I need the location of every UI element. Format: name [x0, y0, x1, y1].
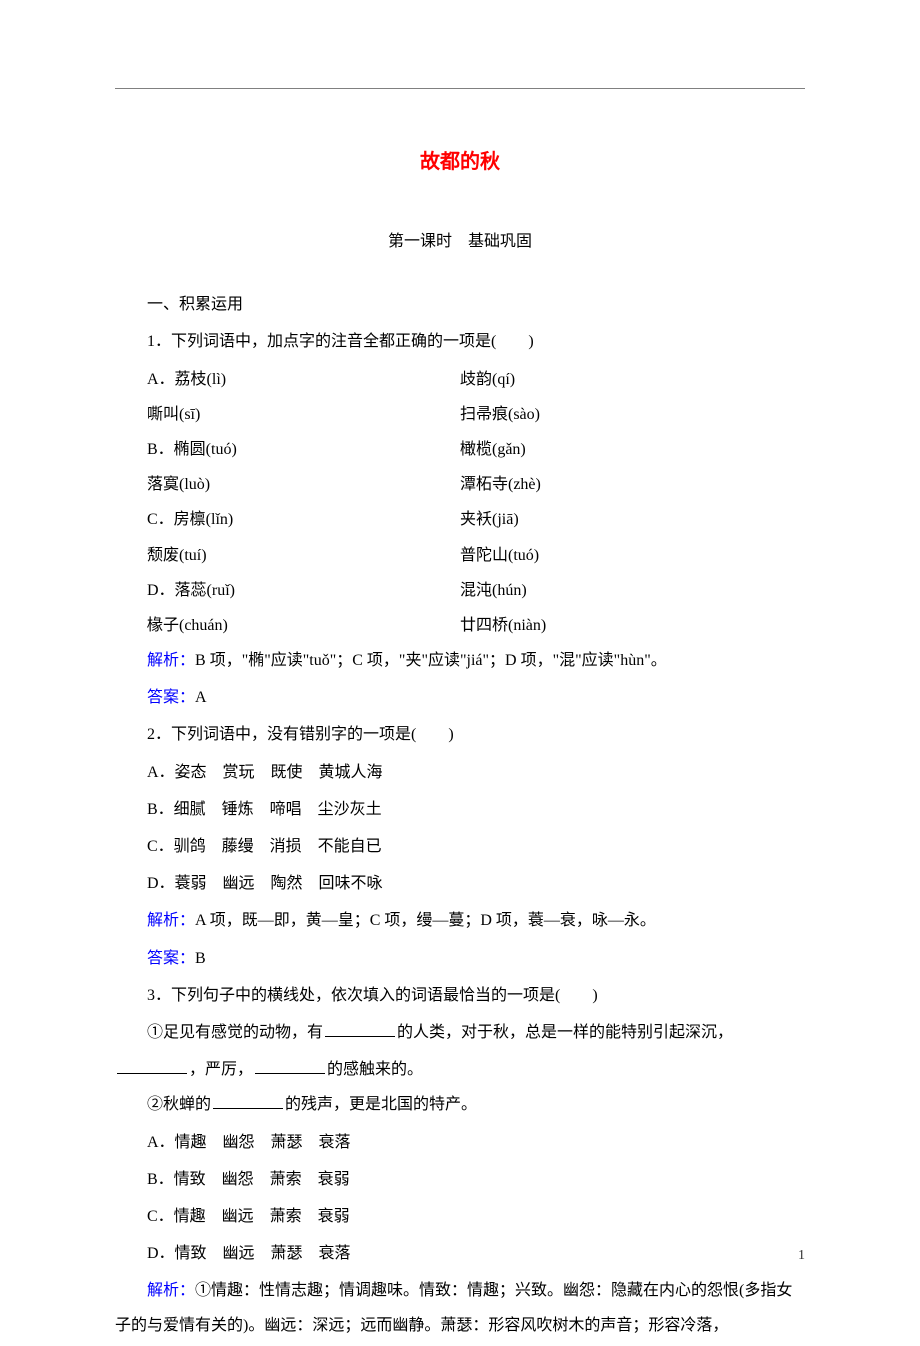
q3-l3b: 的残声，更是北国的特产。 [285, 1096, 477, 1113]
q2-explain: 解析：A 项，既—即，黄—皇；C 项，缦—蔓；D 项，蓑—衰，咏—永。 [115, 903, 805, 938]
q1-stem: 1．下列词语中，加点字的注音全都正确的一项是( ) [115, 324, 805, 359]
q1-c3: 颓废(tuí) [115, 538, 460, 573]
q2-explain-text: A 项，既—即，黄—皇；C 项，缦—蔓；D 项，蓑—衰，咏—永。 [195, 912, 656, 929]
blank-3 [255, 1058, 325, 1074]
blank-1 [325, 1021, 395, 1037]
q3-option-d: D．情致 幽远 萧瑟 衰落 [115, 1236, 805, 1271]
q1-a2: 歧韵(qí) [460, 362, 805, 397]
q1-a4: 扫帚痕(sào) [460, 397, 805, 432]
horizontal-rule [115, 88, 805, 89]
q1-d1: D．落蕊(ruǐ) [115, 573, 460, 608]
blank-4 [213, 1093, 283, 1109]
q1-b1: B．椭圆(tuó) [115, 432, 460, 467]
q1-d3: 椽子(chuán) [115, 608, 460, 643]
q1-option-d-row1: D．落蕊(ruǐ) 混沌(hún) [115, 573, 805, 608]
q3-l3a: ②秋蝉的 [147, 1096, 211, 1113]
q1-explain-text: B 项，"椭"应读"tuǒ"；C 项，"夹"应读"jiá"；D 项，"混"应读"… [195, 652, 667, 669]
q3-l2b: 的感触来的。 [327, 1061, 423, 1078]
q1-d4: 廿四桥(niàn) [460, 608, 805, 643]
q1-a1: A．荔枝(lì) [115, 362, 460, 397]
q2-stem: 2．下列词语中，没有错别字的一项是( ) [115, 717, 805, 752]
q3-fill-line2: ，严厉， 的感触来的。 [115, 1052, 805, 1087]
q3-l1a: ①足见有感觉的动物，有 [147, 1024, 323, 1041]
q1-option-c-row2: 颓废(tuí) 普陀山(tuó) [115, 538, 805, 573]
explain-label: 解析： [147, 652, 195, 669]
q1-c4: 普陀山(tuó) [460, 538, 805, 573]
section-heading-1: 一、积累运用 [115, 287, 805, 322]
q3-explain-text: ①情趣：性情志趣；情调趣味。情致：情趣；兴致。幽怨：隐藏在内心的怨恨(多指女子的… [115, 1282, 792, 1334]
q3-option-b: B．情致 幽怨 萧索 衰弱 [115, 1162, 805, 1197]
document-subtitle: 第一课时 基础巩固 [115, 224, 805, 259]
q1-option-d-row2: 椽子(chuán) 廿四桥(niàn) [115, 608, 805, 643]
q1-d2: 混沌(hún) [460, 573, 805, 608]
q1-c2: 夹袄(jiā) [460, 502, 805, 537]
q1-a3: 嘶叫(sī) [115, 397, 460, 432]
q3-fill-line3: ②秋蝉的 的残声，更是北国的特产。 [115, 1087, 805, 1122]
page-number: 1 [798, 1241, 805, 1272]
q1-c1: C．房檩(lǐn) [115, 502, 460, 537]
document-title: 故都的秋 [115, 140, 805, 184]
explain-label: 解析： [147, 1282, 195, 1299]
q3-stem: 3．下列句子中的横线处，依次填入的词语最恰当的一项是( ) [115, 978, 805, 1013]
explain-label: 解析： [147, 912, 195, 929]
answer-label: 答案： [147, 689, 195, 706]
q1-b3: 落寞(luò) [115, 467, 460, 502]
q1-answer: 答案：A [115, 680, 805, 715]
q1-answer-text: A [195, 689, 207, 706]
q2-option-c: C．驯鸽 藤缦 消损 不能自已 [115, 829, 805, 864]
q3-l2a: ，严厉， [189, 1061, 253, 1078]
q1-option-c-row1: C．房檩(lǐn) 夹袄(jiā) [115, 502, 805, 537]
q3-explain: 解析：①情趣：性情志趣；情调趣味。情致：情趣；兴致。幽怨：隐藏在内心的怨恨(多指… [115, 1273, 805, 1343]
q2-option-a: A．姿态 赏玩 既使 黄城人海 [115, 755, 805, 790]
blank-2 [117, 1058, 187, 1074]
q1-explain: 解析：B 项，"椭"应读"tuǒ"；C 项，"夹"应读"jiá"；D 项，"混"… [115, 643, 805, 678]
q1-option-a-row2: 嘶叫(sī) 扫帚痕(sào) [115, 397, 805, 432]
q3-l1b: 的人类，对于秋，总是一样的能特别引起深沉， [397, 1024, 733, 1041]
q3-option-a: A．情趣 幽怨 萧瑟 衰落 [115, 1125, 805, 1160]
q1-b4: 潭柘寺(zhè) [460, 467, 805, 502]
q2-option-b: B．细腻 锤炼 啼唱 尘沙灰土 [115, 792, 805, 827]
q3-option-c: C．情趣 幽远 萧索 衰弱 [115, 1199, 805, 1234]
q1-option-b-row1: B．椭圆(tuó) 橄榄(gǎn) [115, 432, 805, 467]
q2-answer-text: B [195, 950, 206, 967]
q2-answer: 答案：B [115, 941, 805, 976]
q1-option-b-row2: 落寞(luò) 潭柘寺(zhè) [115, 467, 805, 502]
answer-label: 答案： [147, 950, 195, 967]
q1-b2: 橄榄(gǎn) [460, 432, 805, 467]
q2-option-d: D．蓑弱 幽远 陶然 回味不咏 [115, 866, 805, 901]
q1-option-a-row1: A．荔枝(lì) 歧韵(qí) [115, 362, 805, 397]
q3-fill-line1: ①足见有感觉的动物，有 的人类，对于秋，总是一样的能特别引起深沉， [115, 1015, 805, 1050]
page-content: 故都的秋 第一课时 基础巩固 一、积累运用 1．下列词语中，加点字的注音全都正确… [115, 140, 805, 1346]
